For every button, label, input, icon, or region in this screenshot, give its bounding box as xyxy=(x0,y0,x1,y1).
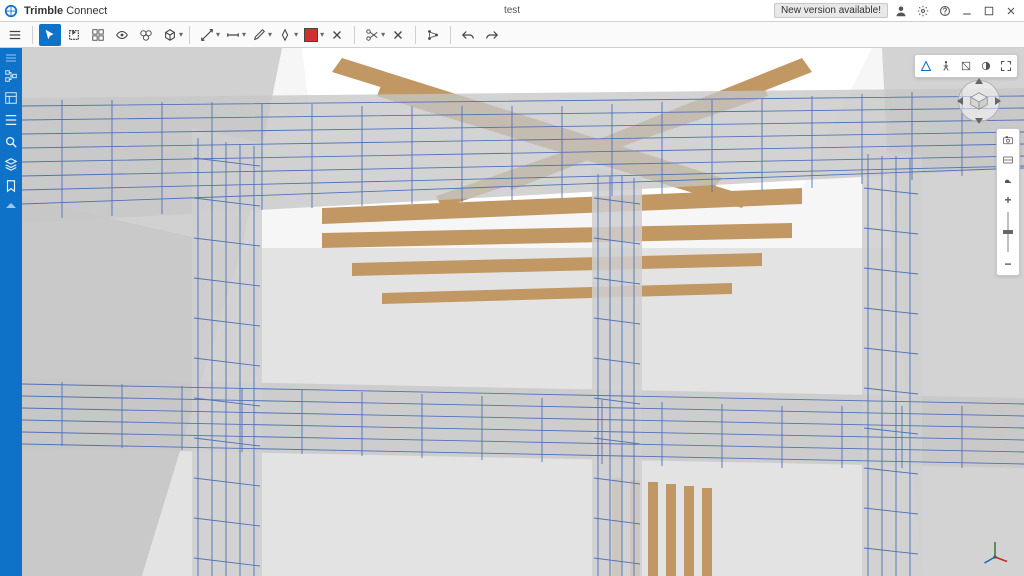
dropdown-chevron-icon[interactable]: ▾ xyxy=(242,30,246,39)
separator xyxy=(32,26,33,44)
search-button[interactable] xyxy=(1,132,21,152)
titlebar: Trimble Connect test New version availab… xyxy=(0,0,1024,22)
undo-button[interactable] xyxy=(457,24,479,46)
separator xyxy=(450,26,451,44)
redo-button[interactable] xyxy=(481,24,503,46)
fit-selection-button[interactable] xyxy=(63,24,85,46)
views-button[interactable] xyxy=(1,88,21,108)
user-icon[interactable] xyxy=(892,2,910,20)
scissors-button[interactable] xyxy=(361,24,383,46)
gear-icon[interactable] xyxy=(914,2,932,20)
walk-button[interactable] xyxy=(937,57,955,75)
panel-grip-bottom-icon[interactable] xyxy=(1,200,21,212)
pen-button[interactable] xyxy=(274,24,296,46)
menu-button[interactable] xyxy=(4,24,26,46)
cube-button[interactable] xyxy=(159,24,181,46)
sky-button[interactable] xyxy=(1000,172,1016,188)
measure-button[interactable] xyxy=(196,24,218,46)
zoom-slider[interactable] xyxy=(1007,212,1009,252)
perspective-button[interactable] xyxy=(917,57,935,75)
window-close-icon[interactable] xyxy=(1002,2,1020,20)
dropdown-chevron-icon[interactable]: ▾ xyxy=(381,30,385,39)
zoom-out-button[interactable]: − xyxy=(1000,256,1016,272)
erase-button[interactable] xyxy=(326,24,348,46)
dropdown-chevron-icon[interactable]: ▾ xyxy=(268,30,272,39)
navcube-icon xyxy=(968,90,990,112)
shading-button[interactable] xyxy=(977,57,995,75)
camera-button[interactable] xyxy=(1000,132,1016,148)
fullscreen-button[interactable] xyxy=(997,57,1015,75)
3d-viewport[interactable]: + − xyxy=(22,48,1024,576)
app-brand: Trimble xyxy=(24,5,63,17)
view-tools-right: + − xyxy=(996,128,1020,276)
navigation-cube[interactable] xyxy=(958,80,1000,122)
left-panel xyxy=(0,48,22,576)
view-tools-top xyxy=(914,54,1018,78)
mode-button[interactable] xyxy=(1000,152,1016,168)
dropdown-chevron-icon[interactable]: ▾ xyxy=(216,30,220,39)
separator xyxy=(189,26,190,44)
project-name: test xyxy=(504,5,520,16)
dropdown-chevron-icon[interactable]: ▾ xyxy=(320,30,324,39)
pointer-button[interactable] xyxy=(39,24,61,46)
pencil-button[interactable] xyxy=(248,24,270,46)
window-minimize-icon[interactable] xyxy=(958,2,976,20)
color-swatch-button[interactable] xyxy=(300,24,322,46)
axis-gizmo-icon[interactable] xyxy=(980,536,1010,566)
bookmarks-button[interactable] xyxy=(1,176,21,196)
materials-button[interactable] xyxy=(135,24,157,46)
separator xyxy=(415,26,416,44)
dropdown-chevron-icon[interactable]: ▾ xyxy=(294,30,298,39)
scene-render xyxy=(22,48,1024,576)
dropdown-chevron-icon[interactable]: ▾ xyxy=(179,30,183,39)
help-icon[interactable] xyxy=(936,2,954,20)
model-tree-button[interactable] xyxy=(1,66,21,86)
select-box-button[interactable] xyxy=(87,24,109,46)
workspace: + − xyxy=(0,48,1024,576)
branch-button[interactable] xyxy=(422,24,444,46)
separator xyxy=(354,26,355,44)
zoom-handle[interactable] xyxy=(1003,230,1013,234)
new-version-badge[interactable]: New version available! xyxy=(774,3,888,18)
window-maximize-icon[interactable] xyxy=(980,2,998,20)
zoom-in-button[interactable]: + xyxy=(1000,192,1016,208)
panel-grip-icon[interactable] xyxy=(1,52,21,64)
app-title: Trimble Connect xyxy=(24,5,107,17)
dimension-button[interactable] xyxy=(222,24,244,46)
app-name: Connect xyxy=(66,5,107,17)
layers-button[interactable] xyxy=(1,154,21,174)
clear-cut-button[interactable] xyxy=(387,24,409,46)
main-toolbar: ▾ ▾ ▾ ▾ ▾ ▾ ▾ xyxy=(0,22,1024,48)
properties-button[interactable] xyxy=(1,110,21,130)
section-button[interactable] xyxy=(957,57,975,75)
visibility-button[interactable] xyxy=(111,24,133,46)
app-logo-icon xyxy=(4,4,18,18)
